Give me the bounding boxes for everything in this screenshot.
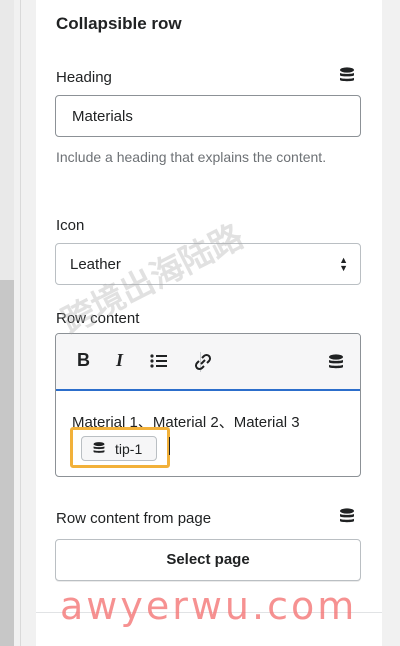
icon-label: Icon: [56, 217, 85, 234]
text-caret: [169, 437, 170, 455]
dynamic-source-icon[interactable]: [338, 507, 356, 525]
row-content-page-label: Row content from page: [56, 510, 212, 527]
select-page-button[interactable]: Select page: [55, 539, 361, 581]
list-icon[interactable]: [150, 353, 168, 369]
row-content-editor[interactable]: B I Material 1、Material 2、Material 3 tip…: [55, 333, 361, 477]
heading-help-text: Include a heading that explains the cont…: [56, 149, 327, 165]
tip-highlight-box: tip-1: [70, 427, 170, 468]
heading-input-value: Materials: [72, 108, 133, 125]
tip-chip[interactable]: tip-1: [81, 436, 157, 461]
heading-label: Heading: [56, 69, 112, 86]
scrollbar-thumb[interactable]: [0, 280, 14, 646]
editor-toolbar: B I: [56, 334, 360, 391]
dynamic-source-icon[interactable]: [338, 66, 356, 84]
database-icon[interactable]: [327, 353, 345, 371]
watermark-url: awyerwu.com: [60, 584, 358, 628]
database-icon: [93, 442, 105, 453]
select-arrows-icon: ▲ ▼: [339, 255, 348, 273]
panel-divider: [20, 0, 21, 646]
link-icon[interactable]: [193, 352, 213, 372]
bold-icon[interactable]: B: [77, 350, 90, 371]
heading-input[interactable]: Materials: [55, 95, 361, 137]
left-scrollbar[interactable]: [0, 0, 14, 646]
editor-body[interactable]: Material 1、Material 2、Material 3 tip-1: [56, 391, 360, 476]
italic-icon[interactable]: I: [116, 350, 123, 371]
section-title: Collapsible row: [56, 14, 182, 33]
tip-chip-label: tip-1: [115, 441, 143, 457]
